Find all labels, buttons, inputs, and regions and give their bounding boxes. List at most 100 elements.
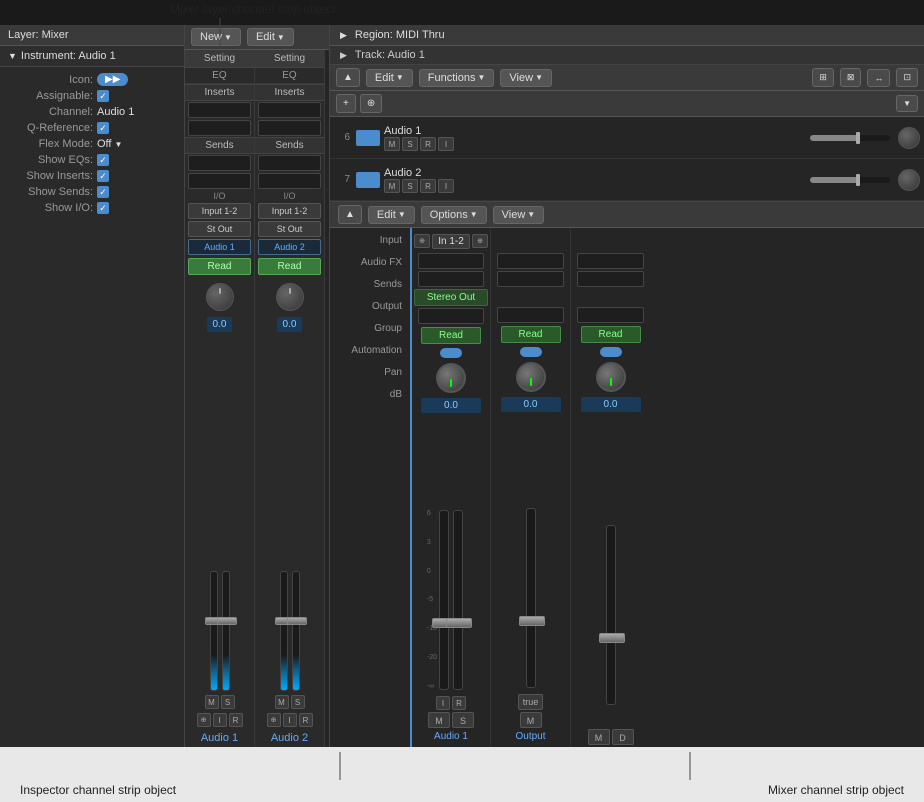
ch1-fader-thumb-r[interactable] [446,618,472,628]
right-edit-btn[interactable]: Edit ▼ [366,69,413,87]
ch3-fader-track[interactable] [606,525,616,705]
ch1-pan-knob[interactable] [436,363,466,393]
mixer-options-btn[interactable]: Options ▼ [421,206,487,224]
ch1-automation-btn[interactable]: Read [421,327,480,344]
cs1-setting[interactable]: Setting [185,50,254,68]
show-sends-checkbox[interactable]: ✓ [97,186,109,198]
ch2-audio-fx-slot[interactable] [497,253,565,269]
ch1-i-btn[interactable]: I [436,696,450,710]
track-vol-knob-2[interactable] [898,169,920,191]
track-fader-thumb-1[interactable] [856,132,860,144]
show-inserts-checkbox[interactable]: ✓ [97,170,109,182]
cs2-r-btn[interactable]: R [299,713,313,727]
cs2-m-btn[interactable]: M [275,695,289,709]
cs2-input-btn[interactable]: Input 1-2 [258,203,320,219]
cs2-fader-thumb-2[interactable] [287,617,307,625]
cs2-s-btn[interactable]: S [291,695,305,709]
cs2-link-btn[interactable]: ⊕ [267,713,281,727]
edit-button[interactable]: Edit ▼ [247,28,294,46]
track-s-btn-2[interactable]: S [402,179,418,193]
flex-mode-value[interactable]: Off ▼ [97,138,122,150]
cs2-fader-track-2[interactable] [292,571,300,691]
transport-up-btn[interactable]: ▲ [336,68,360,87]
ch1-r-btn[interactable]: R [452,696,466,710]
ch2-fader-thumb[interactable] [519,616,545,626]
ch1-audio-fx-slot[interactable] [418,253,485,269]
arrow-btn[interactable]: ↔ [867,69,890,87]
ch1-group-slot[interactable] [418,308,485,324]
q-reference-checkbox[interactable]: ✓ [97,122,109,134]
cs2-send-slot-1[interactable] [258,155,320,171]
track-i-btn-1[interactable]: I [438,137,454,151]
cs1-m-btn[interactable]: M [205,695,219,709]
show-eqs-checkbox[interactable]: ✓ [97,154,109,166]
scroll-btn[interactable]: ⊡ [896,68,918,87]
grid-btn[interactable]: ⊞ [812,68,834,87]
cs1-fader-track[interactable] [210,571,218,691]
cs2-i-btn[interactable]: I [283,713,297,727]
cs1-automation-btn[interactable]: Read [188,258,250,275]
ch3-fader-thumb[interactable] [599,633,625,643]
cs2-eq[interactable]: EQ [255,68,324,84]
ch1-input-link[interactable]: ⊕ [414,234,430,248]
ch2-pan-knob[interactable] [516,362,546,392]
assignable-checkbox[interactable]: ✓ [97,90,109,102]
ch1-s-btn[interactable]: S [452,712,474,728]
track-i-btn-2[interactable]: I [438,179,454,193]
add-track-btn-2[interactable]: ⊕ [360,94,382,113]
cs1-pan-knob[interactable] [206,283,234,311]
track-vol-knob-1[interactable] [898,127,920,149]
ch1-fader-track-l[interactable] [439,510,449,690]
ch2-send-slot[interactable] [497,271,565,287]
ch3-d-btn[interactable]: D [612,729,634,745]
track-triangle[interactable]: ▶ [340,50,347,61]
cs1-eq[interactable]: EQ [185,68,254,84]
functions-btn[interactable]: Functions ▼ [419,69,495,87]
ch3-audio-fx-slot[interactable] [577,253,645,269]
track-r-btn-1[interactable]: R [420,137,436,151]
cs1-send-slot-1[interactable] [188,155,250,171]
ch3-m-btn[interactable]: M [588,729,610,745]
cs1-send-slot-2[interactable] [188,173,250,189]
ch2-m-btn[interactable]: M [520,712,542,728]
new-button[interactable]: New ▼ [191,28,241,46]
ch3-group-slot[interactable] [577,307,645,323]
zoom-btn[interactable]: ⊠ [840,68,862,87]
ch1-input-link2[interactable]: ⊕ [472,234,488,248]
mixer-edit-btn[interactable]: Edit ▼ [368,206,415,224]
ch1-input-val[interactable]: In 1-2 [432,234,470,249]
ch2-group-slot[interactable] [497,307,565,323]
region-triangle[interactable]: ▶ [340,30,347,41]
cs2-insert-slot-1[interactable] [258,102,320,118]
cs2-pan-knob[interactable] [276,283,304,311]
cs1-fader-track-2[interactable] [222,571,230,691]
track-m-btn-1[interactable]: M [384,137,400,151]
cs2-fader-track[interactable] [280,571,288,691]
cs1-output-btn[interactable]: St Out [188,221,250,237]
cs1-input-btn[interactable]: Input 1-2 [188,203,250,219]
ch3-automation-btn[interactable]: Read [581,326,641,343]
right-view-btn[interactable]: View ▼ [500,69,552,87]
track-fader-1[interactable] [810,135,890,141]
ch2-bnce-btn[interactable]: true [518,694,544,710]
ch1-fader-track-r[interactable] [453,510,463,690]
mixer-up-btn[interactable]: ▲ [338,205,362,224]
cs1-insert-slot-1[interactable] [188,102,250,118]
mixer-view-btn[interactable]: View ▼ [493,206,545,224]
track-r-btn-2[interactable]: R [420,179,436,193]
cs1-insert-slot-2[interactable] [188,120,250,136]
cs1-i-btn[interactable]: I [213,713,227,727]
add-track-btn[interactable]: + [336,94,356,113]
cs2-setting[interactable]: Setting [255,50,324,68]
track-m-btn-2[interactable]: M [384,179,400,193]
track-s-btn-1[interactable]: S [402,137,418,151]
show-io-checkbox[interactable]: ✓ [97,202,109,214]
cs1-fader-thumb-2[interactable] [217,617,237,625]
ch1-m-btn[interactable]: M [428,712,450,728]
ch2-automation-btn[interactable]: Read [501,326,561,343]
ch3-pan-knob[interactable] [596,362,626,392]
cs2-insert-slot-2[interactable] [258,120,320,136]
track-fader-thumb-2[interactable] [856,174,860,186]
icon-value[interactable]: ▶▶ [97,73,128,86]
cs2-send-slot-2[interactable] [258,173,320,189]
